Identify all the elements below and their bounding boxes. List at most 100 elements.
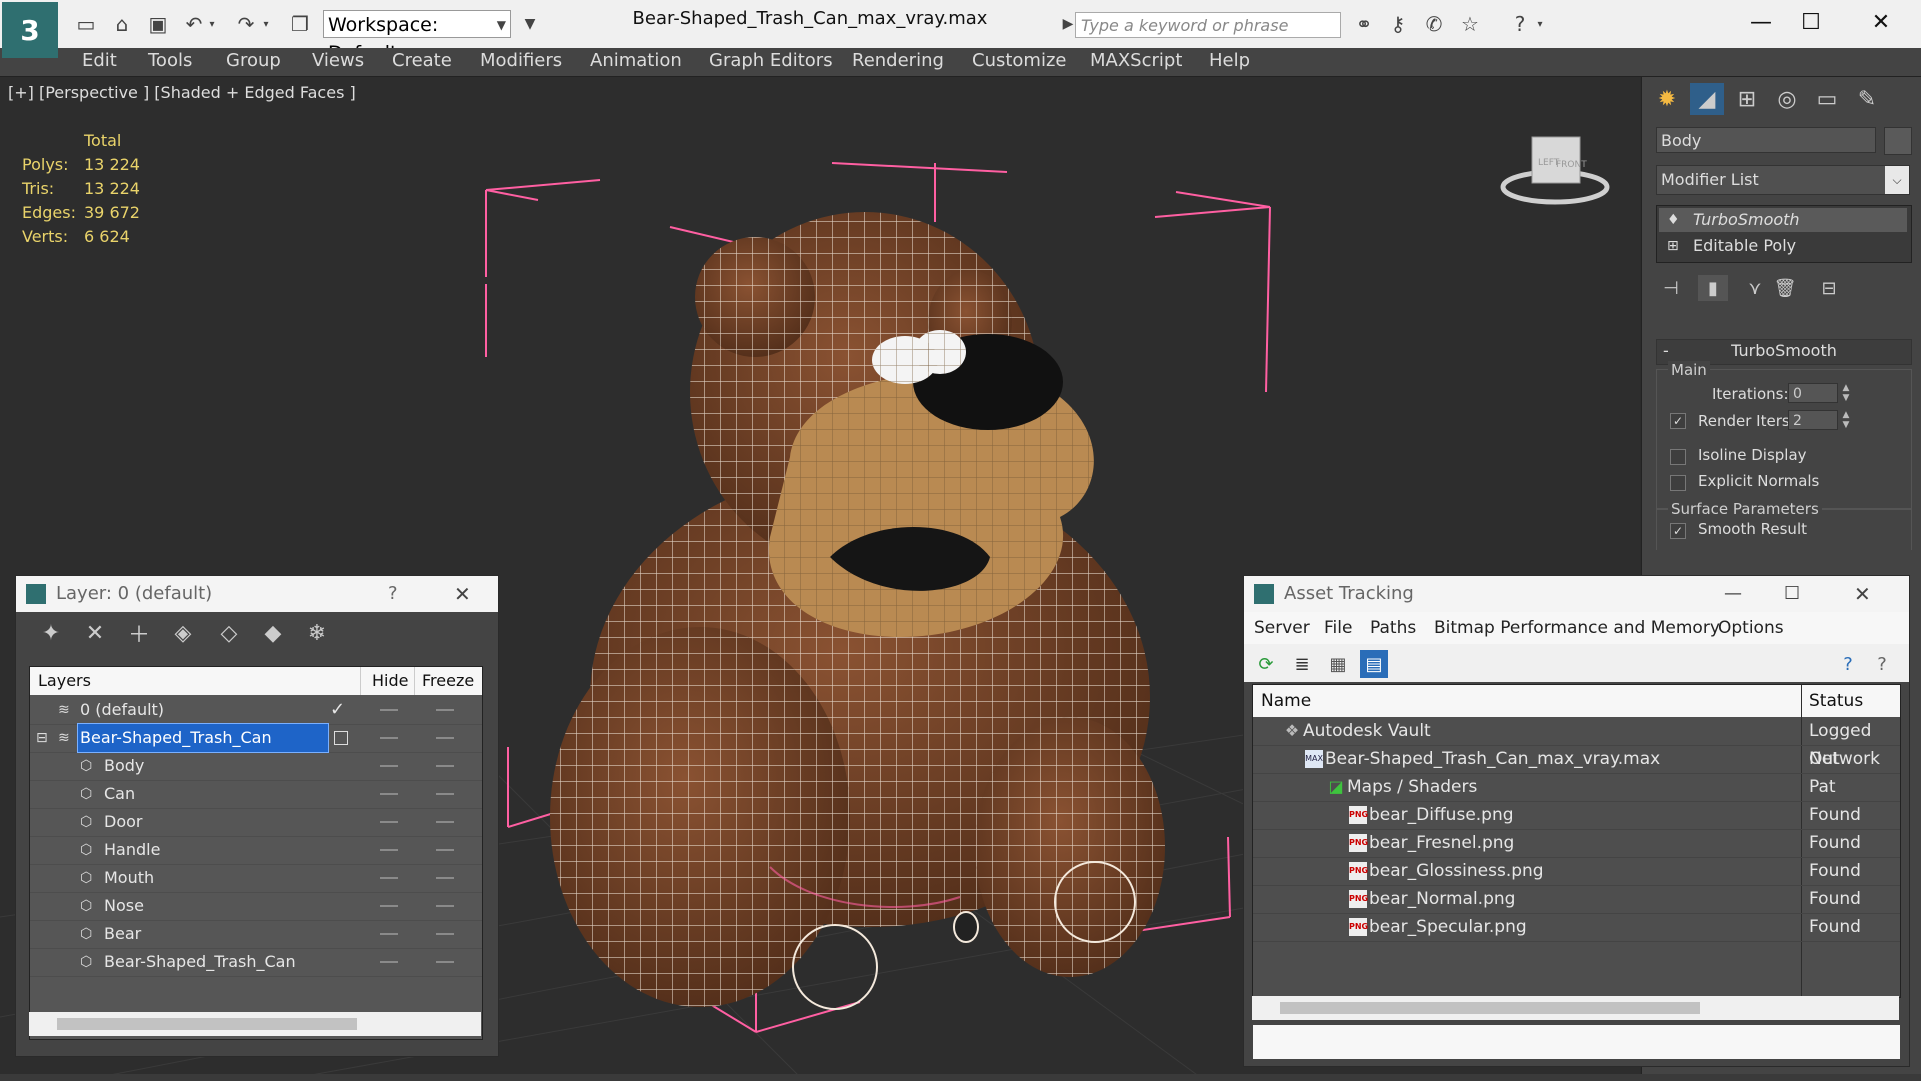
smooth-result-checkbox[interactable]: ✓ [1670,523,1686,539]
column-name[interactable]: Name [1261,685,1311,717]
set-active-layer-icon[interactable] [334,731,348,745]
hide-toggle[interactable] [380,709,398,711]
layer-dialog-help-button[interactable]: ? [388,576,398,612]
vault-help-icon[interactable]: ? [1834,650,1862,678]
hide-toggle[interactable] [380,821,398,823]
asset-menu-file[interactable]: File [1324,612,1352,644]
menu-help[interactable]: Help [1209,48,1250,76]
freeze-toggle[interactable] [436,737,454,739]
maximize-button[interactable]: ☐ [1786,6,1836,38]
asset-menu-options[interactable]: Options [1718,612,1784,644]
layer-row[interactable]: ≋ 0 (default) ✓ [30,696,482,725]
layer-dialog-titlebar[interactable]: Layer: 0 (default) ? ✕ [16,576,498,612]
key-icon[interactable]: ⚷ [1384,10,1412,38]
expand-plus-icon[interactable]: ⊞ [1667,234,1679,258]
layer-list-scrollbar[interactable] [29,1012,481,1036]
layer-row[interactable]: ⬡ Can [30,780,482,809]
minimize-button[interactable]: — [1736,6,1786,38]
asset-menu-paths[interactable]: Paths [1370,612,1416,644]
table-row[interactable]: PNG bear_Fresnel.png Found [1253,829,1900,858]
menu-modifiers[interactable]: Modifiers [480,48,562,76]
render-iters-spinner[interactable]: 2 [1788,410,1838,430]
hide-toggle[interactable] [380,961,398,963]
add-to-layer-icon[interactable]: ＋ [122,618,156,648]
hide-toggle[interactable] [380,877,398,879]
menu-edit[interactable]: Edit [82,48,117,76]
layer-row[interactable]: ⊟ ≋ Bear-Shaped_Trash_Can [30,723,482,753]
table-row[interactable]: MAX Bear-Shaped_Trash_Can_max_vray.max N… [1253,745,1900,797]
app-logo-icon[interactable]: 3 [2,2,58,58]
asset-dialog-titlebar[interactable]: Asset Tracking — ☐ ✕ [1244,576,1909,612]
hide-all-layers-icon[interactable]: ◆ [256,618,290,648]
table-row[interactable]: ◪ Maps / Shaders [1253,773,1900,802]
menu-maxscript[interactable]: MAXScript [1090,48,1182,76]
delete-layer-icon[interactable]: ✕ [78,618,112,648]
column-freeze[interactable]: Freeze [422,667,474,695]
iterations-spinner[interactable]: 0 [1788,383,1838,403]
binoculars-icon[interactable]: ⚭ [1350,10,1378,38]
asset-dialog-maximize-button[interactable]: ☐ [1784,576,1800,612]
communication-center-icon[interactable]: ✆ [1420,10,1448,38]
close-button[interactable]: ✕ [1856,6,1906,38]
render-iters-spinner-arrows-icon[interactable]: ▲ ▼ [1840,410,1852,430]
menu-graph-editors[interactable]: Graph Editors [709,48,833,76]
asset-menu-server[interactable]: Server [1254,612,1310,644]
help-icon[interactable]: ? [1506,10,1534,38]
freeze-toggle[interactable] [436,765,454,767]
new-file-icon[interactable]: ▭ [72,10,100,38]
freeze-toggle[interactable] [436,821,454,823]
configure-modifier-sets-icon[interactable]: ⊟ [1814,275,1844,301]
motion-tab-icon[interactable]: ◎ [1770,83,1804,115]
modifier-list-dropdown[interactable]: Modifier List ⌵ [1656,165,1910,195]
create-tab-icon[interactable]: ✹ [1650,83,1684,115]
help-dropdown-icon[interactable]: ▾ [1532,10,1548,38]
freeze-all-layers-icon[interactable]: ❄ [300,618,334,648]
layer-row[interactable]: ⬡ Nose [30,892,482,921]
bear-model[interactable] [550,212,1165,1010]
workspace-menu-icon[interactable]: ▼ [516,10,544,38]
freeze-toggle[interactable] [436,933,454,935]
table-row[interactable]: ❖ Autodesk Vault Logged Out [1253,717,1900,769]
freeze-toggle[interactable] [436,905,454,907]
project-folder-icon[interactable]: ❐ [286,10,314,38]
refresh-icon[interactable]: ⟳ [1252,650,1280,678]
display-tab-icon[interactable]: ▭ [1810,83,1844,115]
viewport-label[interactable]: [+] [Perspective ] [Shaded + Edged Faces… [8,83,356,102]
layer-scroll-thumb[interactable] [57,1018,357,1030]
layer-row[interactable]: ⬡ Body [30,752,482,781]
layer-row[interactable]: ⬡ Door [30,808,482,837]
list-view-icon[interactable]: ≣ [1288,650,1316,678]
freeze-toggle[interactable] [436,849,454,851]
modify-tab-icon[interactable]: ◢ [1690,83,1724,115]
table-row[interactable]: PNG bear_Glossiness.png Found [1253,857,1900,886]
freeze-toggle[interactable] [436,793,454,795]
redo-icon[interactable]: ↷ [232,10,260,38]
thumbnail-view-icon[interactable]: ▦ [1324,650,1352,678]
viewcube-icon[interactable]: LEFT FRONT [1500,136,1610,205]
collapse-minus-icon[interactable]: ⊟ [36,724,48,752]
save-file-icon[interactable]: ▣ [144,10,172,38]
favorites-star-icon[interactable]: ☆ [1456,10,1484,38]
new-layer-icon[interactable]: ✦ [34,618,68,648]
workspace-select[interactable]: Workspace: Default ▼ [323,10,511,64]
asset-menu-bitmap-performance[interactable]: Bitmap Performance and Memory [1434,612,1720,644]
active-layer-check-icon[interactable]: ✓ [330,696,345,724]
search-input[interactable]: Type a keyword or phrase [1075,12,1341,38]
table-view-icon[interactable]: ▤ [1360,650,1388,678]
iterations-spinner-arrows-icon[interactable]: ▲ ▼ [1840,383,1852,403]
menu-tools[interactable]: Tools [148,48,192,76]
render-iters-checkbox[interactable]: ✓ [1670,413,1686,429]
table-row[interactable]: PNG bear_Normal.png Found [1253,885,1900,914]
highlight-selected-icon[interactable]: ◇ [212,618,246,648]
show-end-result-icon[interactable]: ▮ [1698,275,1728,301]
layer-row[interactable]: ⬡ Bear [30,920,482,949]
layer-dialog-close-button[interactable]: ✕ [454,576,471,612]
hide-toggle[interactable] [380,849,398,851]
hide-toggle[interactable] [380,737,398,739]
asset-dialog-minimize-button[interactable]: — [1724,576,1742,612]
menu-create[interactable]: Create [392,48,452,76]
menu-rendering[interactable]: Rendering [852,48,944,76]
menu-animation[interactable]: Animation [590,48,682,76]
asset-table-scrollbar[interactable] [1252,996,1899,1020]
select-layer-objects-icon[interactable]: ◈ [166,618,200,648]
